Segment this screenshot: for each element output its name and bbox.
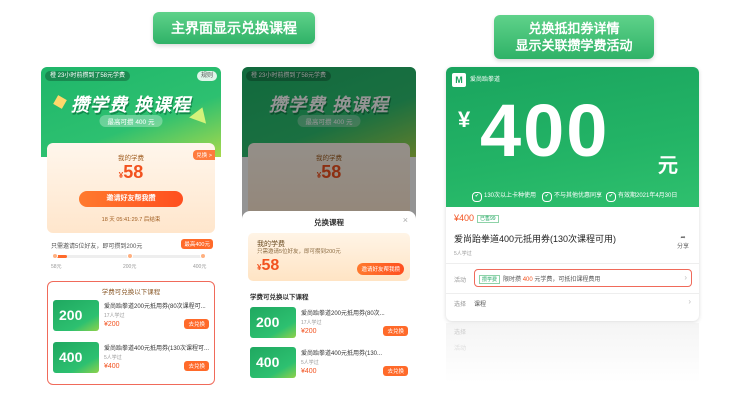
linked-activity-row[interactable]: 攒学费 限时攒 400 元学费，可抵扣课程费用 ›: [474, 269, 692, 287]
my-tuition-summary: 我的学费 只需邀请5位好友，即可攒到200元 ¥58 邀请好友帮我攒: [248, 233, 410, 281]
brand-name: 爱尚跆拳道: [470, 77, 501, 83]
learner-count: 5人学过: [301, 360, 319, 366]
chevron-right-icon: ›: [688, 297, 691, 306]
my-tuition-value: ¥58: [47, 162, 215, 183]
select-label: 选择: [454, 302, 467, 308]
phone-coupon-detail: M 爱尚跆拳道 ¥ 400 元 130次以上卡种使用 不与其他优惠同享 有效期2…: [446, 67, 699, 321]
coupon-price: ¥400: [104, 363, 120, 370]
coupon-unit: 元: [658, 155, 678, 177]
my-tuition-title: 我的学费: [118, 155, 144, 162]
learner-count: 17人学过: [301, 320, 322, 326]
progress-label: 58元: [51, 264, 62, 270]
divider: [446, 293, 699, 294]
exchange-button[interactable]: 去兑换: [184, 361, 209, 371]
progress-label: 400元: [193, 264, 207, 270]
activity-text-pre: 限时攒: [503, 277, 522, 283]
phone-main-screen: 橙 23小时前攒到了58元学费 规则 攒学费 换课程 最高可攒 400 元 兑换…: [41, 67, 221, 389]
exchange-sheet: 兑换课程 × 我的学费 只需邀请5位好友，即可攒到200元 ¥58 邀请好友帮我…: [242, 211, 416, 389]
coupon-name: 爱尚跆拳道200元抵用券(80次课程可...: [104, 304, 206, 310]
chevron-right-icon: ›: [684, 273, 687, 282]
tuition-amount: 58: [123, 162, 144, 182]
reflection-text: 活动: [454, 346, 467, 352]
activity-text: 限时攒 400 元学费，可抵扣课程费用: [503, 274, 600, 283]
exchange-button[interactable]: 去兑换: [184, 319, 209, 329]
coupon-thumbnail: 200: [250, 307, 296, 338]
progress-text: 只需邀请5位好友，即可攒到200元: [51, 244, 143, 250]
my-tuition-desc: 只需邀请5位好友，即可攒到200元: [257, 249, 341, 255]
progress-max-tag: 最高400元: [181, 239, 213, 249]
tuition-amount: 58: [261, 257, 280, 274]
activity-tag: 攒学费: [479, 275, 501, 284]
learner-count: 17人学过: [104, 313, 125, 319]
coupon-hero: M 爱尚跆拳道 ¥ 400 元 130次以上卡种使用 不与其他优惠同享 有效期2…: [446, 67, 699, 207]
list-item[interactable]: 200 爱尚跆拳道200元抵用券(80次课程可... 17人学过 ¥200 去兑…: [53, 298, 211, 334]
list-item[interactable]: 200 爱尚跆拳道200元抵用券(80次... 17人学过 ¥200 去兑换: [250, 305, 410, 341]
coupon-thumbnail: 400: [53, 342, 99, 373]
coupon-price: ¥400: [301, 368, 317, 375]
coupon-title: 爱尚跆拳道400元抵用券(130次课程可用): [454, 234, 617, 244]
modal-overlay[interactable]: [242, 67, 416, 225]
thumb-amount: 400: [59, 349, 83, 365]
share-label: 分享: [676, 244, 689, 250]
caption-coupon-detail-line2: 显示关联攒学费活动: [515, 38, 633, 53]
countdown: 18 天 05:41:29.7 后结束: [101, 217, 161, 223]
thumb-amount: 400: [256, 354, 280, 370]
feature-item: 不与其他优惠同享: [542, 190, 602, 202]
coupon-name: 爱尚跆拳道400元抵用券(130...: [301, 351, 383, 357]
progress-label: 200元: [123, 264, 137, 270]
activity-text-post: 元学费，可抵扣课程费用: [534, 277, 601, 283]
select-value[interactable]: 课程: [474, 299, 486, 308]
exchange-course-list: 学费可兑换以下课程 200 爱尚跆拳道200元抵用券(80次课程可... 17人…: [47, 281, 215, 385]
phone-exchange-sheet: 橙 23小时前攒到了58元学费 攒学费 换课程 最高可攒 400 元 我的学费 …: [242, 67, 416, 389]
banner-title: 攒学费 换课程: [70, 95, 191, 115]
notice-ticker: 橙 23小时前攒到了58元学费: [45, 71, 131, 81]
learner-count: 5人学过: [104, 355, 122, 361]
coupon-amount: 400: [480, 89, 610, 172]
activity-amount: 400: [522, 277, 533, 283]
coupon-price: ¥400: [454, 213, 475, 223]
list-item[interactable]: 400 爱尚跆拳道400元抵用券(130次课程可... 5人学过 ¥400 去兑…: [53, 340, 211, 376]
coupon-name: 爱尚跆拳道200元抵用券(80次...: [301, 311, 385, 317]
feature-item: 有效期2021年4月30日: [606, 190, 677, 202]
coupon-thumbnail: 400: [250, 347, 296, 378]
share-button[interactable]: ➦ 分享: [677, 234, 689, 250]
share-icon: ➦: [680, 235, 686, 241]
close-icon[interactable]: ×: [403, 215, 408, 225]
caption-main-screen: 主界面显示兑换课程: [153, 12, 315, 44]
divider: [446, 263, 699, 264]
exchange-button[interactable]: 去兑换: [383, 366, 408, 376]
my-tuition-card: 兑换 > 我的学费 ¥58 邀请好友帮我攒 18 天 05:41:29.7 后结…: [47, 143, 215, 233]
coupon-price: ¥200: [301, 328, 317, 335]
reflection-text: 选择: [454, 330, 467, 336]
sheet-title: 兑换课程: [314, 218, 344, 227]
list-header: 学费可兑换以下课程: [250, 294, 309, 301]
invite-friends-button[interactable]: 邀请好友帮我攒: [79, 191, 183, 207]
coupon-name: 爱尚跆拳道400元抵用券(130次课程可...: [104, 346, 210, 352]
banner-subtitle: 最高可攒 400 元: [99, 115, 163, 127]
caption-coupon-detail-line1: 兑换抵扣券详情: [528, 21, 620, 36]
thumb-amount: 200: [256, 314, 280, 330]
list-item[interactable]: 400 爱尚跆拳道400元抵用券(130... 5人学过 ¥400 去兑换: [250, 345, 410, 381]
brand-logo-icon: M: [452, 73, 466, 87]
coupon-thumbnail: 200: [53, 300, 99, 331]
list-header: 学费可兑换以下课程: [101, 289, 161, 296]
progress-dot: [127, 253, 133, 259]
my-tuition-value: ¥58: [257, 257, 279, 275]
caption-coupon-detail: 兑换抵扣券详情 显示关联攒学费活动: [494, 15, 654, 59]
progress-dot: [52, 253, 58, 259]
rules-button[interactable]: 规则: [196, 71, 217, 81]
progress-section: 只需邀请5位好友，即可攒到200元 最高400元 58元 200元 400元: [47, 239, 215, 279]
price-row: ¥400 已售99: [454, 213, 499, 224]
progress-dot: [200, 253, 206, 259]
coupon-price: ¥200: [104, 321, 120, 328]
reflection: 选择 活动: [446, 323, 699, 383]
feature-item: 130次以上卡种使用: [472, 190, 536, 202]
activity-label: 活动: [454, 278, 467, 284]
sold-badge: 已售99: [477, 215, 499, 224]
invite-friends-button[interactable]: 邀请好友帮我攒: [357, 263, 404, 275]
exchange-button[interactable]: 去兑换: [383, 326, 408, 336]
currency-symbol: ¥: [458, 107, 471, 132]
learner-count: 5人学过: [454, 251, 472, 257]
thumb-amount: 200: [59, 307, 83, 323]
